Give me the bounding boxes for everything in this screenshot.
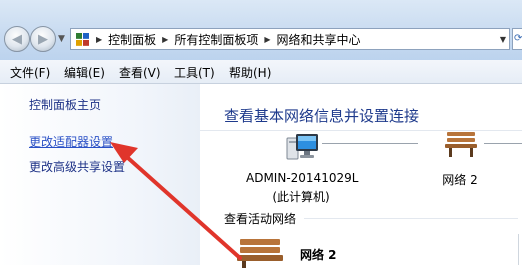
forward-arrow-icon: ▶ bbox=[38, 31, 48, 47]
address-bar[interactable]: ▶ 控制面板 ▶ 所有控制面板项 ▶ 网络和共享中心 ▼ bbox=[70, 28, 510, 50]
computer-icon[interactable] bbox=[286, 132, 320, 162]
connection-line bbox=[484, 143, 522, 144]
breadcrumb-network-center[interactable]: 网络和共享中心 bbox=[274, 31, 364, 48]
sidebar: 控制面板主页 更改适配器设置 更改高级共享设置 bbox=[0, 84, 200, 265]
active-networks-label: 查看活动网络 bbox=[224, 212, 297, 226]
forward-button[interactable]: ▶ bbox=[30, 26, 56, 52]
refresh-button[interactable]: ⟳ bbox=[512, 28, 522, 50]
menu-view[interactable]: 查看(V) bbox=[119, 64, 161, 81]
menu-help[interactable]: 帮助(H) bbox=[229, 64, 271, 81]
computer-sub-label: (此计算机) bbox=[272, 190, 330, 204]
breadcrumb-separator-icon[interactable]: ▶ bbox=[261, 35, 273, 44]
address-dropdown-icon[interactable]: ▼ bbox=[497, 35, 509, 44]
network-bench-icon[interactable] bbox=[444, 130, 478, 158]
sidebar-link-advanced-sharing[interactable]: 更改高级共享设置 bbox=[29, 158, 125, 175]
breadcrumb-all-items[interactable]: 所有控制面板项 bbox=[171, 31, 261, 48]
menu-edit[interactable]: 编辑(E) bbox=[64, 64, 105, 81]
computer-name: ADMIN-20141029L bbox=[246, 171, 359, 185]
back-button[interactable]: ◀ bbox=[4, 26, 30, 52]
active-network-name[interactable]: 网络 2 bbox=[300, 246, 337, 263]
network-label: 网络 2 bbox=[442, 173, 478, 187]
menu-file[interactable]: 文件(F) bbox=[10, 64, 50, 81]
sidebar-link-home[interactable]: 控制面板主页 bbox=[29, 96, 101, 113]
recent-pages-icon[interactable]: ▼ bbox=[58, 34, 65, 44]
main-content: 查看基本网络信息并设置连接 ADMIN-20141029L (此计算机) 网络 … bbox=[200, 84, 522, 268]
active-network-bench-icon bbox=[237, 239, 283, 268]
refresh-icon: ⟳ bbox=[514, 33, 522, 44]
control-panel-icon bbox=[76, 32, 89, 46]
back-arrow-icon: ◀ bbox=[12, 31, 22, 47]
menu-tools[interactable]: 工具(T) bbox=[174, 64, 215, 81]
sidebar-link-adapter-settings[interactable]: 更改适配器设置 bbox=[29, 133, 113, 150]
connection-line bbox=[322, 143, 418, 144]
breadcrumb-separator-icon[interactable]: ▶ bbox=[159, 35, 171, 44]
menu-bar: 文件(F) 编辑(E) 查看(V) 工具(T) 帮助(H) bbox=[0, 60, 522, 84]
breadcrumb-control-panel[interactable]: 控制面板 bbox=[105, 31, 159, 48]
page-title: 查看基本网络信息并设置连接 bbox=[224, 107, 420, 125]
navigation-bar: ◀ ▶ ▼ ▶ 控制面板 ▶ 所有控制面板项 ▶ 网络和共享中心 ▼ ⟳ bbox=[0, 0, 522, 60]
breadcrumb-separator-icon[interactable]: ▶ bbox=[93, 35, 105, 44]
divider bbox=[518, 234, 519, 265]
divider bbox=[304, 218, 518, 219]
